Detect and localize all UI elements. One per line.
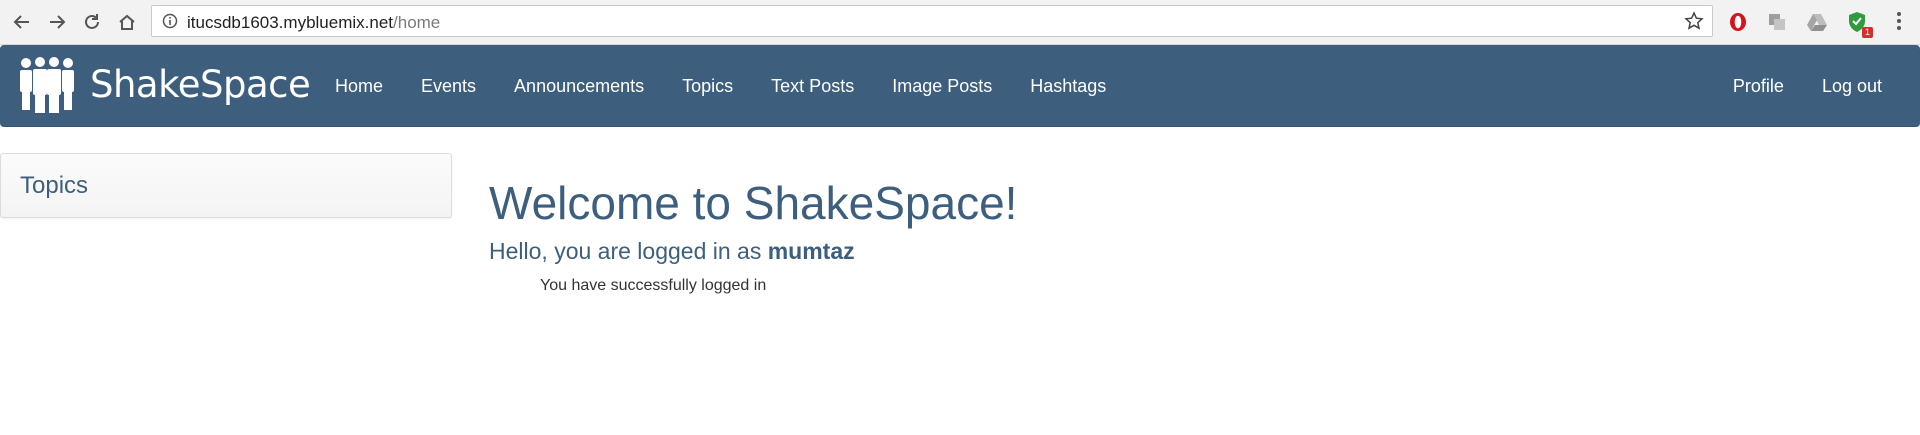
login-status: Hello, you are logged in as mumtaz (489, 238, 855, 265)
home-icon[interactable] (115, 10, 139, 34)
translate-extension-icon[interactable] (1765, 10, 1789, 34)
back-icon[interactable] (10, 10, 34, 34)
bookmark-star-icon[interactable] (1684, 11, 1704, 36)
url-path: /home (393, 13, 441, 32)
shield-extension-icon[interactable]: 1 (1845, 10, 1873, 38)
nav-hashtags[interactable]: Hashtags (1011, 76, 1125, 97)
nav-text-posts[interactable]: Text Posts (752, 76, 873, 97)
drive-extension-icon[interactable] (1805, 10, 1829, 34)
forward-icon[interactable] (45, 10, 69, 34)
address-bar[interactable]: itucsdb1603.mybluemix.net/home (151, 5, 1713, 37)
people-logo-icon (20, 57, 74, 113)
main-nav: Home Events Announcements Topics Text Po… (316, 45, 1125, 127)
reload-icon[interactable] (80, 10, 104, 34)
nav-announcements[interactable]: Announcements (495, 76, 663, 97)
page-title: Welcome to ShakeSpace! (489, 177, 1018, 229)
browser-toolbar: itucsdb1603.mybluemix.net/home 1 (0, 0, 1920, 45)
brand-logo[interactable] (20, 55, 74, 115)
topics-panel-title[interactable]: Topics (20, 172, 88, 200)
extension-badge: 1 (1861, 27, 1873, 38)
user-nav: Profile Log out (1714, 45, 1901, 127)
topics-panel: Topics (0, 153, 452, 218)
nav-logout[interactable]: Log out (1803, 76, 1901, 97)
login-status-prefix: Hello, you are logged in as (489, 238, 762, 264)
nav-home[interactable]: Home (316, 76, 402, 97)
success-message: You have successfully logged in (540, 277, 767, 294)
opera-extension-icon[interactable] (1726, 10, 1750, 34)
username: mumtaz (767, 238, 855, 264)
brand-name[interactable]: ShakeSpace (90, 63, 311, 106)
menu-dots-icon[interactable] (1897, 12, 1901, 33)
url-host: itucsdb1603.mybluemix.net (187, 13, 394, 32)
site-navbar: ShakeSpace Home Events Announcements Top… (0, 45, 1920, 127)
url-text: itucsdb1603.mybluemix.net/home (187, 13, 440, 33)
nav-image-posts[interactable]: Image Posts (873, 76, 1011, 97)
nav-profile[interactable]: Profile (1714, 76, 1803, 97)
info-icon[interactable] (162, 13, 178, 34)
nav-events[interactable]: Events (402, 76, 495, 97)
nav-topics[interactable]: Topics (663, 76, 752, 97)
